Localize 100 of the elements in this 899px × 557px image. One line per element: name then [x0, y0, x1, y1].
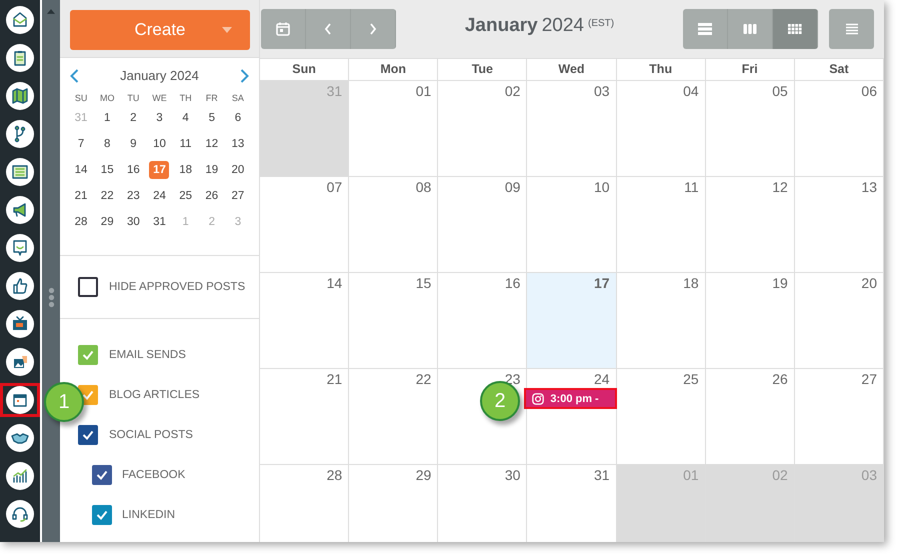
day-cell[interactable]: 17 — [527, 273, 617, 369]
checkbox[interactable] — [92, 465, 112, 485]
day-number: 01 — [683, 467, 699, 483]
date-cell[interactable]: 8 — [97, 135, 118, 153]
date-cell[interactable]: 13 — [228, 135, 248, 153]
day-cell[interactable]: 01 — [349, 81, 438, 177]
day-number: 29 — [416, 467, 432, 483]
columns-view-button[interactable] — [728, 9, 773, 49]
weekday-label: MO — [98, 93, 116, 103]
grid-view-button[interactable] — [773, 9, 818, 49]
day-cell[interactable]: 18 — [616, 273, 706, 369]
day-number: 14 — [326, 275, 342, 291]
day-cell[interactable]: 22 — [349, 369, 438, 465]
checkbox[interactable] — [78, 425, 98, 445]
date-cell[interactable]: 7 — [71, 135, 92, 153]
day-cell[interactable]: 15 — [349, 273, 438, 369]
date-cell[interactable]: 11 — [176, 135, 196, 153]
day-cell[interactable]: 05 — [706, 81, 795, 177]
date-cell[interactable]: 28 — [71, 213, 92, 231]
checkbox-label: BLOG ARTICLES — [109, 389, 200, 401]
day-number: 03 — [861, 467, 877, 483]
day-cell[interactable]: 14 — [260, 273, 350, 369]
previous-month-icon[interactable] — [70, 68, 79, 82]
date-cell[interactable]: 5 — [202, 109, 222, 127]
day-number: 28 — [326, 467, 342, 483]
date-cell[interactable]: 14 — [71, 161, 92, 179]
date-cell[interactable]: 22 — [97, 187, 118, 205]
month-title: January 2024 — [120, 68, 199, 83]
date-cell[interactable]: 26 — [202, 187, 222, 205]
day-cell[interactable]: 11 — [616, 177, 706, 273]
date-cell[interactable]: 27 — [228, 187, 248, 205]
check-icon — [95, 468, 109, 482]
day-cell[interactable]: 03 — [527, 81, 617, 177]
envelope-icon — [6, 6, 34, 34]
day-number: 07 — [326, 179, 342, 195]
today-button[interactable] — [261, 9, 306, 49]
date-cell[interactable]: 21 — [71, 187, 92, 205]
year-title: 2024 — [542, 15, 584, 37]
date-cell[interactable]: 10 — [149, 135, 170, 153]
day-cell[interactable]: 28 — [260, 465, 350, 542]
date-cell[interactable]: 30 — [123, 213, 144, 231]
weekday-label: TH — [178, 93, 193, 103]
day-cell[interactable]: 29 — [349, 465, 438, 542]
date-cell[interactable]: 2 — [123, 109, 144, 127]
date-cell[interactable]: 29 — [97, 213, 118, 231]
date-cell[interactable]: 9 — [123, 135, 144, 153]
date-cell[interactable]: 1 — [97, 109, 118, 127]
day-cell[interactable]: 21 — [260, 369, 350, 465]
megaphone-icon — [6, 196, 34, 224]
resize-handle-icon[interactable] — [48, 287, 54, 308]
day-cell[interactable]: 19 — [706, 273, 795, 369]
day-cell[interactable]: 02 — [438, 81, 528, 177]
checkbox[interactable] — [92, 505, 112, 525]
weekday-label: FR — [204, 93, 219, 103]
weekday-header: Wed — [527, 59, 617, 81]
date-cell[interactable]: 16 — [123, 161, 144, 179]
rows-view-button[interactable] — [683, 9, 728, 49]
day-number: 03 — [594, 83, 610, 99]
weekday-header: Sat — [794, 59, 884, 81]
date-cell[interactable]: 3 — [149, 109, 170, 127]
day-cell[interactable]: 07 — [260, 177, 350, 273]
day-cell[interactable]: 30 — [438, 465, 528, 542]
branch-icon — [6, 120, 34, 148]
day-number: 09 — [504, 179, 520, 195]
camera-icon — [532, 392, 544, 404]
day-cell[interactable]: 24 3:00 pm - — [527, 369, 617, 465]
weekday-header: Mon — [349, 59, 438, 81]
day-number: 19 — [772, 275, 788, 291]
checkbox[interactable] — [78, 345, 98, 365]
day-cell[interactable]: 04 — [616, 81, 706, 177]
date-cell[interactable]: 6 — [228, 109, 248, 127]
date-cell[interactable]: 24 — [149, 187, 170, 205]
checkbox-label: HIDE APPROVED POSTS — [109, 281, 246, 293]
checkbox-label: EMAIL SENDS — [109, 349, 186, 361]
calendar-icon — [6, 386, 34, 414]
weekday-label: TU — [126, 93, 140, 103]
date-cell[interactable]: 25 — [176, 187, 196, 205]
next-month-icon[interactable] — [240, 68, 249, 82]
date-cell[interactable]: 19 — [202, 161, 222, 179]
day-cell[interactable]: 13 — [794, 177, 884, 273]
day-cell[interactable]: 12 — [706, 177, 795, 273]
date-cell[interactable]: 4 — [176, 109, 196, 127]
checkbox[interactable] — [78, 277, 98, 297]
date-cell[interactable]: 31 — [149, 213, 170, 231]
day-cell[interactable]: 08 — [349, 177, 438, 273]
day-cell[interactable]: 06 — [794, 81, 884, 177]
nav-button[interactable] — [0, 383, 40, 417]
day-number: 10 — [594, 179, 610, 195]
date-cell[interactable]: 12 — [202, 135, 222, 153]
check-icon — [95, 508, 109, 522]
date-cell[interactable]: 20 — [228, 161, 248, 179]
clipboard-icon — [6, 44, 34, 72]
day-cell[interactable]: 09 — [438, 177, 528, 273]
date-cell[interactable]: 23 — [123, 187, 144, 205]
day-number: 18 — [683, 275, 699, 291]
day-cell[interactable]: 20 — [794, 273, 884, 369]
date-cell[interactable]: 18 — [176, 161, 196, 179]
date-cell[interactable]: 15 — [97, 161, 118, 179]
event-chip[interactable]: 3:00 pm - — [526, 390, 615, 407]
day-number: 17 — [594, 275, 610, 291]
